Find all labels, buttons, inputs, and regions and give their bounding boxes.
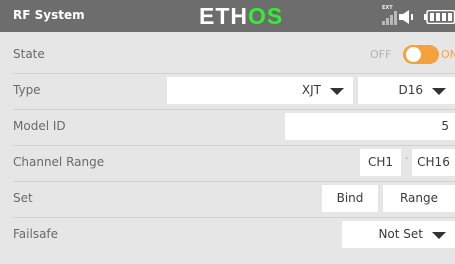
- ethos-logo: ETHOS: [199, 3, 284, 29]
- channel-start-field[interactable]: CH1: [360, 149, 401, 176]
- channel-end-field[interactable]: CH16: [412, 149, 455, 176]
- channel-start-value: CH1: [367, 155, 394, 169]
- channel-range-label: Channel Range: [13, 155, 105, 169]
- row-state: State OFF ON: [13, 37, 455, 74]
- state-toggle[interactable]: [403, 45, 439, 64]
- range-separator: -: [405, 153, 409, 164]
- signal-icon: EXT: [382, 5, 398, 25]
- channel-end-value: CH16: [417, 155, 450, 169]
- range-button[interactable]: Range: [383, 185, 455, 212]
- range-button-label: Range: [399, 191, 439, 205]
- mode-value: D16: [398, 83, 423, 97]
- state-on-label: ON: [441, 48, 455, 61]
- row-model-id: Model ID 5: [13, 109, 455, 146]
- set-label: Set: [13, 191, 33, 205]
- row-type: Type XJT D16: [13, 73, 455, 110]
- top-bar: RF System ETHOS EXT: [0, 0, 455, 32]
- toggle-knob: [406, 47, 421, 62]
- app-title: RF System: [13, 8, 85, 22]
- volume-icon[interactable]: [398, 10, 416, 24]
- row-failsafe: Failsafe Not Set: [13, 217, 455, 253]
- failsafe-value: Not Set: [378, 227, 423, 241]
- protocol-dropdown[interactable]: XJT: [167, 77, 353, 104]
- state-label: State: [13, 47, 45, 61]
- chevron-down-icon: [432, 232, 446, 239]
- bind-button-label: Bind: [336, 191, 364, 205]
- model-id-label: Model ID: [13, 119, 66, 133]
- row-channel-range: Channel Range CH1 - CH16: [13, 145, 455, 182]
- failsafe-dropdown[interactable]: Not Set: [342, 221, 455, 248]
- chevron-down-icon: [330, 88, 344, 95]
- bind-button[interactable]: Bind: [322, 185, 378, 212]
- protocol-value: XJT: [301, 83, 321, 97]
- row-set: Set Bind Range: [13, 181, 455, 218]
- model-id-field[interactable]: 5: [285, 113, 455, 140]
- chevron-down-icon: [432, 88, 446, 95]
- battery-icon: [424, 10, 455, 24]
- failsafe-label: Failsafe: [13, 227, 59, 241]
- type-label: Type: [13, 83, 41, 97]
- ext-label: EXT: [382, 5, 393, 11]
- mode-dropdown[interactable]: D16: [358, 77, 455, 104]
- model-id-value: 5: [441, 119, 449, 133]
- state-off-label: OFF: [370, 48, 392, 61]
